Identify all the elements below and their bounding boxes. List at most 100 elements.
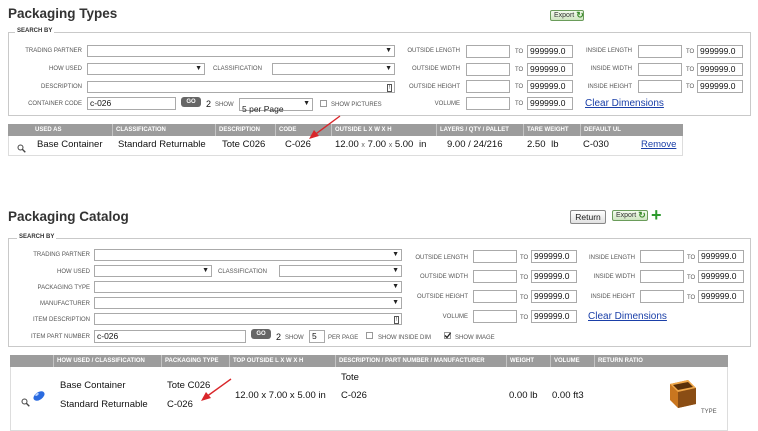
types-export-button[interactable]: Export ↻ (550, 10, 584, 21)
col-description-part-manufacturer[interactable]: DESCRIPTION / PART NUMBER / MANUFACTURER (335, 355, 485, 367)
types-outside-length-min[interactable] (466, 45, 510, 58)
types-inside-height-min[interactable] (638, 80, 682, 93)
to-label: TO (520, 275, 529, 281)
catalog-inside-width-min[interactable] (640, 270, 684, 283)
dim-unit: in (418, 139, 427, 150)
catalog-label-inside-width: INSIDE WIDTH (593, 274, 635, 280)
catalog-outside-width-min[interactable] (473, 270, 517, 283)
col-tare-weight[interactable]: TARE WEIGHT (523, 124, 569, 136)
types-grid-header: USED AS CLASSIFICATION DESCRIPTION CODE … (8, 124, 683, 136)
types-classification-select[interactable]: ▼ (272, 63, 395, 75)
catalog-clear-dimensions-link[interactable]: Clear Dimensions (588, 311, 667, 322)
col-classification[interactable]: CLASSIFICATION (112, 124, 166, 136)
col-default-ul[interactable]: DEFAULT UL (580, 124, 621, 136)
chevron-down-icon: ▼ (392, 299, 399, 306)
catalog-inside-width-max[interactable]: 999999.0 (698, 270, 744, 283)
catalog-classification-select[interactable]: ▼ (279, 265, 402, 277)
catalog-part-number-input[interactable]: c-026 (94, 330, 246, 343)
annotation-arrow-icon (309, 115, 341, 139)
remove-link[interactable]: Remove (641, 139, 676, 150)
catalog-volume-min[interactable] (473, 310, 517, 323)
catalog-export-button[interactable]: Export ↻ (612, 210, 648, 221)
types-label-volume: VOLUME (434, 101, 460, 107)
catalog-show-input[interactable]: 5 (309, 330, 325, 343)
types-label-outside-width: OUTSIDE WIDTH (412, 66, 460, 72)
types-inside-width-min[interactable] (638, 63, 682, 76)
col-return-ratio[interactable]: RETURN RATIO (594, 355, 643, 367)
chevron-down-icon: ▼ (392, 267, 399, 274)
types-per-page-select[interactable]: 5 per Page ▼ (239, 98, 313, 114)
catalog-how-used-select[interactable]: ▼ (94, 265, 212, 277)
types-outside-width-min[interactable] (466, 63, 510, 76)
types-volume-min[interactable] (466, 97, 510, 110)
catalog-show-image-checkbox[interactable] (444, 332, 451, 339)
add-plus-icon[interactable]: + (651, 206, 662, 224)
types-inside-width-max[interactable]: 999999.0 (697, 63, 743, 76)
catalog-manufacturer-select[interactable]: ▼ (94, 297, 402, 309)
catalog-grid-header: HOW USED / CLASSIFICATION PACKAGING TYPE… (10, 355, 728, 367)
magnify-icon[interactable] (17, 140, 26, 158)
types-inside-length-max[interactable]: 999999.0 (697, 45, 743, 58)
slash: / (468, 139, 471, 150)
to-label: TO (686, 49, 695, 55)
tare-value: 2.50 (527, 139, 546, 150)
types-container-code-input[interactable]: c-026 (87, 97, 176, 110)
magnify-icon[interactable] (21, 394, 30, 412)
types-clear-dimensions-link[interactable]: Clear Dimensions (585, 98, 664, 109)
catalog-item-description-input[interactable]: ! (94, 313, 402, 325)
col-how-used-classification[interactable]: HOW USED / CLASSIFICATION (53, 355, 145, 367)
catalog-outside-height-min[interactable] (473, 290, 517, 303)
catalog-packaging-type-select[interactable]: ▼ (94, 281, 402, 293)
catalog-trading-partner-select[interactable]: ▼ (94, 249, 402, 261)
catalog-volume-max[interactable]: 999999.0 (531, 310, 577, 323)
catalog-inside-length-max[interactable]: 999999.0 (698, 250, 744, 263)
catalog-label-show: SHOW (285, 335, 304, 341)
catalog-label-outside-length: OUTSIDE LENGTH (415, 255, 468, 261)
types-label-outside-height: OUTSIDE HEIGHT (408, 84, 460, 90)
catalog-show-inside-dim-checkbox[interactable] (366, 332, 373, 339)
catalog-search-legend: SEARCH BY (17, 234, 57, 240)
row-description: Tote C026 (222, 139, 266, 150)
types-how-used-select[interactable]: ▼ (87, 63, 205, 75)
to-label: TO (515, 101, 524, 107)
col-layers-qty-pallet[interactable]: LAYERS / QTY / PALLET (436, 124, 509, 136)
types-volume-max[interactable]: 999999.0 (527, 97, 573, 110)
types-label-inside-length: INSIDE LENGTH (585, 48, 632, 54)
col-packaging-type[interactable]: PACKAGING TYPE (161, 355, 219, 367)
col-used-as[interactable]: USED AS (32, 124, 61, 136)
types-result-count: 2 (206, 99, 212, 109)
export-arrow-icon: ↻ (638, 210, 646, 220)
return-button[interactable]: Return (570, 210, 606, 224)
packaging-catalog-title: Packaging Catalog (8, 209, 129, 224)
types-trading-partner-select[interactable]: ▼ (87, 45, 395, 57)
types-inside-length-min[interactable] (638, 45, 682, 58)
col-description[interactable]: DESCRIPTION (215, 124, 260, 136)
catalog-label-outside-height: OUTSIDE HEIGHT (416, 294, 468, 300)
types-show-pictures-checkbox[interactable] (320, 100, 327, 107)
col-weight[interactable]: WEIGHT (506, 355, 534, 367)
export-label: Export (554, 12, 575, 19)
types-inside-height-max[interactable]: 999999.0 (697, 80, 743, 93)
col-top-outside-dims[interactable]: TOP OUTSIDE L X W X H (229, 355, 303, 367)
row-type-label: TYPE (701, 409, 717, 415)
catalog-label-inside-height: INSIDE HEIGHT (590, 294, 635, 300)
catalog-go-button[interactable]: GO (251, 329, 271, 339)
catalog-label-show-inside-dim: SHOW INSIDE DIM (378, 335, 432, 341)
catalog-label-outside-width: OUTSIDE WIDTH (420, 274, 468, 280)
types-description-input[interactable]: ! (87, 81, 395, 93)
to-label: TO (686, 67, 695, 73)
row-classification: Standard Returnable (118, 139, 206, 150)
types-search-legend: SEARCH BY (15, 28, 55, 34)
types-go-button[interactable]: GO (181, 97, 201, 107)
catalog-inside-length-min[interactable] (640, 250, 684, 263)
col-volume[interactable]: VOLUME (550, 355, 580, 367)
types-outside-height-min[interactable] (466, 80, 510, 93)
types-label-show: SHOW (215, 102, 234, 108)
catalog-label-item-part-number: ITEM PART NUMBER (30, 334, 90, 340)
catalog-inside-height-min[interactable] (640, 290, 684, 303)
catalog-inside-height-max[interactable]: 999999.0 (698, 290, 744, 303)
types-label-how-used: HOW USED (49, 66, 82, 72)
catalog-outside-length-min[interactable] (473, 250, 517, 263)
col-code[interactable]: CODE (275, 124, 296, 136)
catalog-label-volume: VOLUME (442, 314, 468, 320)
